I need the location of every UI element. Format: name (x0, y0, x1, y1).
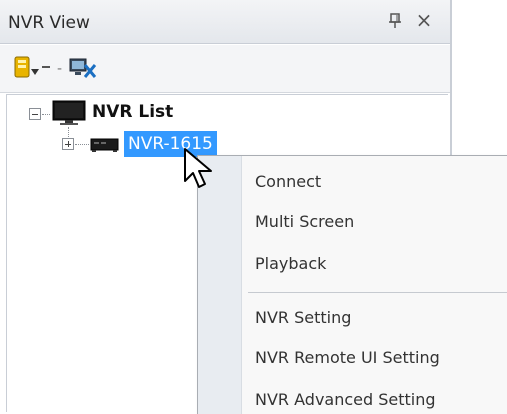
mouse-cursor-icon (184, 148, 212, 188)
menu-item-playback[interactable]: Playback (242, 244, 507, 284)
tree-connector (42, 114, 50, 115)
nvr-delete-icon[interactable] (68, 55, 98, 83)
menu-item-connect[interactable]: Connect (242, 162, 507, 202)
panel-titlebar: NVR View × (0, 0, 450, 44)
menu-item-nvr-setting[interactable]: NVR Setting (242, 298, 507, 338)
menu-item-nvr-remote-ui-setting[interactable]: NVR Remote UI Setting (242, 338, 507, 378)
pin-icon[interactable] (386, 12, 404, 30)
tree-root-label[interactable]: NVR List (92, 102, 173, 122)
panel-toolbar: - (0, 45, 450, 93)
screenshot-stage: NVR View × - NVR List NVR-1615 Connect M… (0, 0, 507, 414)
monitor-icon (52, 100, 86, 125)
tree-collapse-toggle[interactable] (29, 108, 41, 120)
context-menu: Connect Multi Screen Playback NVR Settin… (197, 155, 507, 414)
nvr-device-icon (90, 138, 119, 152)
menu-item-multi-screen[interactable]: Multi Screen (242, 202, 507, 242)
close-icon[interactable]: × (414, 10, 434, 30)
tree-connector (75, 144, 89, 145)
panel-title: NVR View (8, 13, 90, 33)
nvr-add-icon[interactable] (12, 55, 54, 83)
menu-icon-gutter (198, 156, 242, 414)
tree-expand-toggle[interactable] (62, 138, 74, 150)
toolbar-separator: - (57, 61, 63, 77)
tree-connector (68, 127, 69, 137)
menu-separator (248, 292, 507, 293)
menu-item-nvr-advanced-setting[interactable]: NVR Advanced Setting (242, 380, 507, 414)
